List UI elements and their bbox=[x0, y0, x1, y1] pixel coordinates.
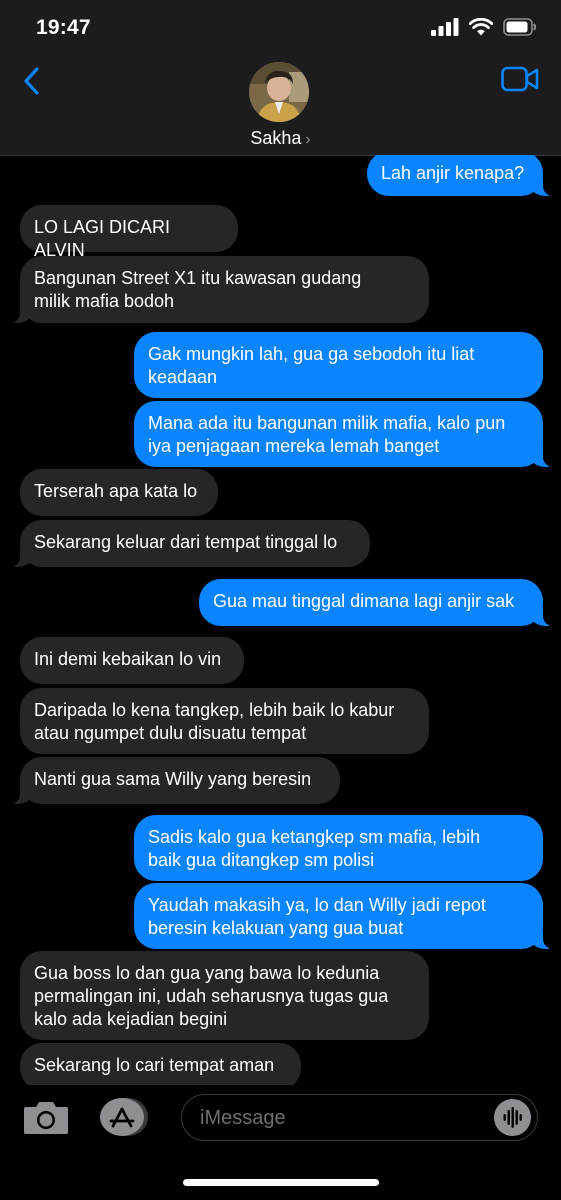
status-time: 19:47 bbox=[36, 16, 91, 39]
message-input[interactable]: iMessage bbox=[181, 1094, 538, 1141]
message-list[interactable]: Lah anjir kenapa? LO LAGI DICARI ALVIN B… bbox=[0, 155, 561, 1085]
message-bubble-outgoing[interactable]: Lah anjir kenapa? bbox=[367, 155, 555, 196]
message-bubble-incoming[interactable]: Bangunan Street X1 itu kawasan gudang mi… bbox=[8, 256, 429, 323]
chevron-left-icon[interactable] bbox=[18, 66, 48, 96]
status-bar: 19:47 bbox=[0, 0, 561, 56]
wifi-icon bbox=[469, 18, 493, 36]
message-bubble-outgoing[interactable]: Gak mungkin lah, gua ga sebodoh itu liat… bbox=[134, 332, 543, 398]
status-icons bbox=[431, 18, 537, 36]
message-bubble-incoming[interactable]: Gua boss lo dan gua yang bawa lo kedunia… bbox=[20, 951, 429, 1040]
message-bubble-outgoing[interactable]: Yaudah makasih ya, lo dan Willy jadi rep… bbox=[134, 883, 555, 949]
message-text: Sekarang keluar dari tempat tinggal lo bbox=[34, 532, 338, 552]
audio-waveform-icon[interactable] bbox=[494, 1099, 531, 1136]
message-bubble-incoming[interactable]: Terserah apa kata lo bbox=[20, 469, 218, 516]
message-text: Nanti gua sama Willy yang beresin bbox=[34, 769, 312, 789]
message-bubble-outgoing[interactable]: Gua mau tinggal dimana lagi anjir sak bbox=[199, 579, 555, 626]
message-bubble-incoming[interactable]: LO LAGI DICARI ALVIN bbox=[20, 205, 238, 260]
message-bubble-incoming[interactable]: Ini demi kebaikan lo vin bbox=[20, 637, 244, 684]
message-text: Gak mungkin lah, gua ga sebodoh itu liat… bbox=[148, 344, 475, 387]
message-text: Ini demi kebaikan lo vin bbox=[34, 649, 222, 669]
video-camera-icon[interactable] bbox=[501, 66, 539, 92]
app-store-icon[interactable] bbox=[98, 1097, 150, 1137]
message-bubble-outgoing[interactable]: Sadis kalo gua ketangkep sm mafia, lebih… bbox=[134, 815, 543, 881]
home-indicator[interactable] bbox=[183, 1179, 379, 1186]
message-text: Terserah apa kata lo bbox=[34, 481, 198, 501]
message-bubble-incoming[interactable]: Daripada lo kena tangkep, lebih baik lo … bbox=[20, 688, 429, 754]
message-text: Mana ada itu bangunan milik mafia, kalo … bbox=[148, 413, 506, 456]
signal-icon bbox=[431, 18, 459, 36]
message-bubble-incoming[interactable]: Sekarang lo cari tempat aman bbox=[20, 1043, 301, 1085]
message-bubble-incoming[interactable]: Sekarang keluar dari tempat tinggal lo bbox=[8, 520, 370, 567]
contact-name-button[interactable]: Sakha › bbox=[0, 128, 561, 149]
chevron-right-icon: › bbox=[305, 131, 311, 148]
message-text: Yaudah makasih ya, lo dan Willy jadi rep… bbox=[148, 895, 486, 938]
message-text: LO LAGI DICARI ALVIN bbox=[34, 217, 171, 260]
message-text: Lah anjir kenapa? bbox=[381, 163, 525, 183]
message-text: Gua boss lo dan gua yang bawa lo kedunia… bbox=[34, 963, 389, 1029]
battery-icon bbox=[503, 18, 536, 36]
camera-icon[interactable] bbox=[22, 1099, 70, 1135]
message-bubble-incoming[interactable]: Nanti gua sama Willy yang beresin bbox=[8, 757, 340, 804]
contact-name: Sakha bbox=[250, 128, 302, 148]
message-text: Sekarang lo cari tempat aman bbox=[34, 1055, 275, 1075]
message-text: Sadis kalo gua ketangkep sm mafia, lebih… bbox=[148, 827, 481, 870]
message-text: Gua mau tinggal dimana lagi anjir sak bbox=[213, 591, 515, 611]
message-text: Daripada lo kena tangkep, lebih baik lo … bbox=[34, 700, 395, 743]
conversation-header: Sakha › bbox=[0, 56, 561, 156]
message-bubble-outgoing[interactable]: Mana ada itu bangunan milik mafia, kalo … bbox=[134, 401, 555, 467]
message-input-placeholder: iMessage bbox=[200, 1107, 286, 1129]
contact-avatar[interactable] bbox=[249, 62, 309, 122]
message-text: Bangunan Street X1 itu kawasan gudang mi… bbox=[34, 268, 362, 311]
